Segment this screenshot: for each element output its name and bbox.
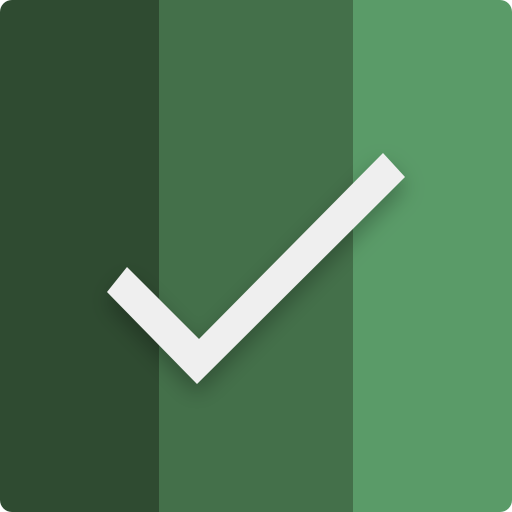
checkmark-shape (107, 153, 405, 384)
app-icon (0, 0, 512, 512)
checkmark-icon (107, 153, 405, 384)
